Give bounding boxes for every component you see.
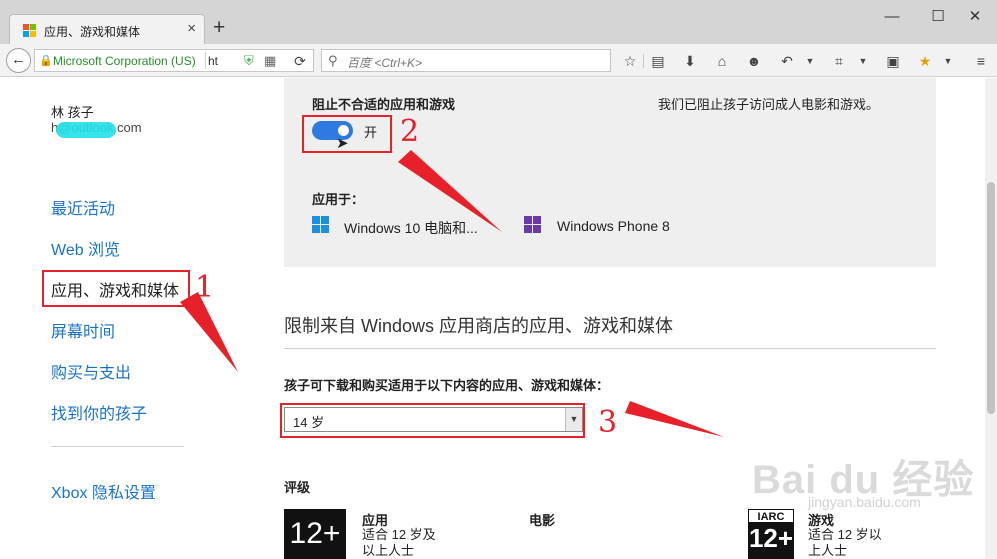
baidu-watermark-url: jingyan.baidu.com (808, 494, 921, 510)
annotation-arrow-1 (180, 292, 238, 372)
annotation-arrow-3 (625, 401, 724, 437)
annotation-arrow-2 (398, 150, 502, 232)
